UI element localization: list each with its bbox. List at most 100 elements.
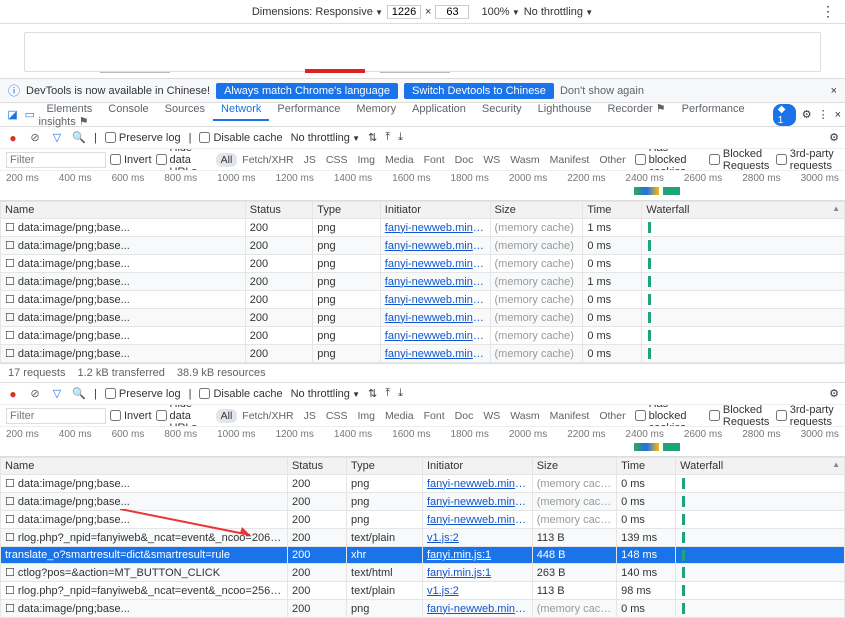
throttling-select[interactable]: No throttling — [291, 132, 360, 144]
device-toggle-icon[interactable]: ▭ — [21, 108, 38, 121]
request-row[interactable]: ☐ data:image/png;base...200pngfanyi-neww… — [1, 475, 845, 493]
filter-type-font[interactable]: Font — [419, 409, 450, 423]
filter-type-media[interactable]: Media — [380, 153, 419, 167]
filter-type-wasm[interactable]: Wasm — [505, 153, 544, 167]
filter-type-fetchxhr[interactable]: Fetch/XHR — [237, 153, 298, 167]
col-status[interactable]: Status — [245, 202, 313, 219]
blocked-cookies-check[interactable]: Has blocked cookies — [635, 149, 705, 171]
settings-icon[interactable]: ⚙ — [802, 108, 812, 121]
height-input[interactable] — [435, 5, 469, 19]
filter-type-img[interactable]: Img — [353, 409, 381, 423]
match-language-button[interactable]: Always match Chrome's language — [216, 83, 398, 99]
record-icon[interactable]: ● — [6, 387, 20, 401]
col-time[interactable]: Time — [583, 202, 642, 219]
col-waterfall[interactable]: Waterfall — [642, 202, 845, 219]
col-size[interactable]: Size — [490, 202, 583, 219]
device-preview — [0, 24, 845, 78]
filter-type-js[interactable]: JS — [299, 153, 321, 167]
throttle-dropdown[interactable]: No throttling — [524, 6, 593, 18]
filter-input[interactable] — [6, 408, 106, 424]
filter-type-media[interactable]: Media — [380, 409, 419, 423]
width-input[interactable] — [387, 5, 421, 19]
third-party-check[interactable]: 3rd-party requests — [776, 149, 839, 171]
request-row[interactable]: ☐ data:image/png;base...200pngfanyi-neww… — [1, 309, 845, 327]
filter-type-font[interactable]: Font — [419, 153, 450, 167]
download-icon[interactable]: ⤓ — [398, 387, 403, 400]
col-type[interactable]: Type — [313, 202, 381, 219]
disable-cache-check[interactable]: Disable cache — [199, 132, 282, 144]
pane-settings-icon[interactable]: ⚙ — [829, 387, 839, 400]
clear-icon[interactable]: ⊘ — [28, 131, 42, 144]
request-row[interactable]: ☐ data:image/png;base...200pngfanyi-neww… — [1, 327, 845, 345]
request-row[interactable]: ☐ rlog.php?_npid=fanyiweb&_ncat=event&_n… — [1, 529, 845, 547]
filter-type-fetchxhr[interactable]: Fetch/XHR — [237, 409, 298, 423]
request-row[interactable]: ☐ ctlog?pos=&action=MT_BUTTON_CLICK200te… — [1, 564, 845, 582]
preserve-log-check[interactable]: Preserve log — [105, 388, 181, 400]
request-row[interactable]: ☐ data:image/png;base...200pngfanyi-neww… — [1, 511, 845, 529]
search-icon[interactable]: 🔍 — [72, 387, 86, 400]
request-row[interactable]: ☐ data:image/png;base...200pngfanyi-neww… — [1, 291, 845, 309]
filter-type-other[interactable]: Other — [594, 409, 630, 423]
requests-table: Name Status Type Initiator Size Time Wat… — [0, 201, 845, 363]
dont-show-again-link[interactable]: Don't show again — [560, 85, 644, 97]
device-toolbar: Dimensions: Responsive × 100% No throttl… — [0, 0, 845, 24]
filter-type-ws[interactable]: WS — [478, 409, 505, 423]
disable-cache-check[interactable]: Disable cache — [199, 388, 282, 400]
devtools-tabs: ◪ ▭ ElementsConsoleSourcesNetworkPerform… — [0, 103, 845, 127]
dimensions-dropdown[interactable]: Dimensions: Responsive — [252, 6, 383, 18]
filter-icon[interactable]: ▽ — [50, 131, 64, 144]
filter-bar-2: Invert Hide data URLs AllFetch/XHRJSCSSI… — [0, 405, 845, 427]
col-name[interactable]: Name — [1, 202, 246, 219]
filter-type-other[interactable]: Other — [594, 153, 630, 167]
filter-type-doc[interactable]: Doc — [450, 153, 479, 167]
filter-type-doc[interactable]: Doc — [450, 409, 479, 423]
filter-type-all[interactable]: All — [216, 153, 238, 167]
filter-type-manifest[interactable]: Manifest — [545, 409, 595, 423]
filter-type-css[interactable]: CSS — [321, 409, 353, 423]
download-icon[interactable]: ⤓ — [398, 131, 403, 144]
upload-icon[interactable]: ⤒ — [385, 387, 390, 400]
filter-type-js[interactable]: JS — [299, 409, 321, 423]
request-row[interactable]: ☐ data:image/png;base...200pngfanyi-neww… — [1, 255, 845, 273]
upload-icon[interactable]: ⤒ — [385, 131, 390, 144]
filter-type-css[interactable]: CSS — [321, 153, 353, 167]
request-row[interactable]: ☐ rlog.php?_npid=fanyiweb&_ncat=event&_n… — [1, 582, 845, 600]
request-row[interactable]: ☐ data:image/png;base...200pngfanyi-neww… — [1, 237, 845, 255]
request-row[interactable]: ☐ data:image/png;base...200pngfanyi-neww… — [1, 345, 845, 363]
kebab-icon[interactable]: ⋮ — [818, 108, 829, 121]
resources-size: 38.9 kB resources — [177, 367, 266, 379]
timeline-overview-2[interactable]: 200 ms400 ms600 ms800 ms1000 ms1200 ms14… — [0, 427, 845, 457]
request-row[interactable]: ☐ data:image/png;base...200pngfanyi-neww… — [1, 219, 845, 237]
filter-type-img[interactable]: Img — [353, 153, 381, 167]
request-row[interactable]: ☐ data:image/png;base...200pngfanyi-neww… — [1, 493, 845, 511]
col-initiator[interactable]: Initiator — [380, 202, 490, 219]
record-icon[interactable]: ● — [6, 131, 20, 145]
invert-check[interactable]: Invert — [110, 154, 152, 166]
filter-icon[interactable]: ▽ — [50, 387, 64, 400]
preserve-log-check[interactable]: Preserve log — [105, 132, 181, 144]
throttling-select[interactable]: No throttling — [291, 388, 360, 400]
filter-type-ws[interactable]: WS — [478, 153, 505, 167]
filter-input[interactable] — [6, 152, 106, 168]
close-icon[interactable]: × — [831, 85, 837, 97]
request-row[interactable]: translate_o?smartresult=dict&smartresult… — [1, 547, 845, 564]
pane-settings-icon[interactable]: ⚙ — [829, 131, 839, 144]
kebab-menu-icon[interactable]: ⋮ — [821, 3, 835, 20]
issues-badge[interactable]: ◆ 1 — [773, 104, 796, 126]
close-panel-icon[interactable]: × — [835, 109, 841, 121]
filter-type-wasm[interactable]: Wasm — [505, 409, 544, 423]
hide-data-urls-check[interactable]: Hide data URLs — [156, 149, 212, 171]
wifi-icon[interactable]: ⇅ — [368, 131, 377, 144]
search-icon[interactable]: 🔍 — [72, 131, 86, 144]
timeline-overview[interactable]: 200 ms400 ms600 ms800 ms1000 ms1200 ms14… — [0, 171, 845, 201]
clear-icon[interactable]: ⊘ — [28, 387, 42, 400]
switch-devtools-button[interactable]: Switch Devtools to Chinese — [404, 83, 554, 99]
inspect-icon[interactable]: ◪ — [4, 108, 21, 121]
filter-type-manifest[interactable]: Manifest — [545, 153, 595, 167]
filter-type-all[interactable]: All — [216, 409, 238, 423]
wifi-icon[interactable]: ⇅ — [368, 387, 377, 400]
zoom-dropdown[interactable]: 100% — [481, 6, 519, 18]
blocked-requests-check[interactable]: Blocked Requests — [709, 149, 772, 171]
request-row[interactable]: ☐ data:image/png;base...200pngfanyi-neww… — [1, 273, 845, 291]
request-row[interactable]: ☐ data:image/png;base...200pngfanyi-neww… — [1, 600, 845, 618]
